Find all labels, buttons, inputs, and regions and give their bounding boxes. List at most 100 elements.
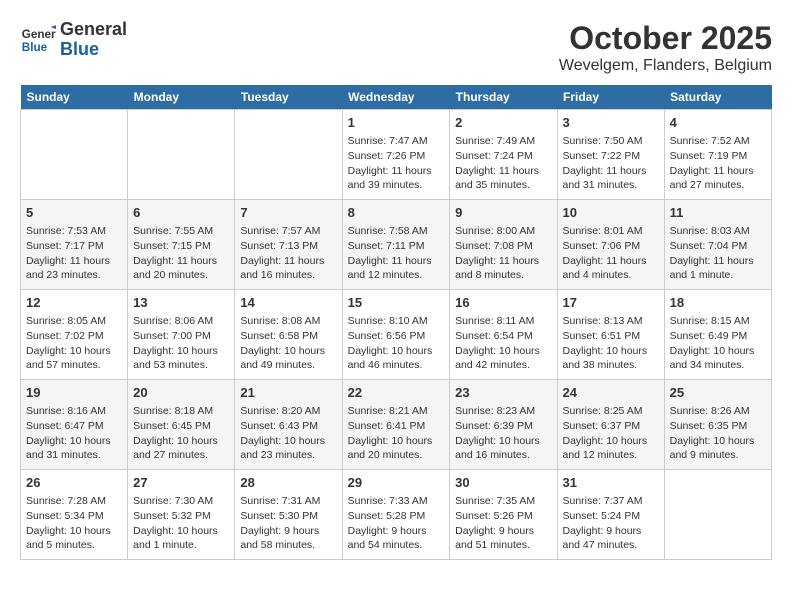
- calendar-cell: 11Sunrise: 8:03 AMSunset: 7:04 PMDayligh…: [664, 200, 771, 290]
- day-number: 22: [348, 384, 445, 402]
- day-info: Sunrise: 7:49 AM: [455, 134, 551, 149]
- week-row-1: 1Sunrise: 7:47 AMSunset: 7:26 PMDaylight…: [21, 110, 772, 200]
- day-info: Daylight: 11 hours and 39 minutes.: [348, 164, 445, 193]
- day-info: Sunrise: 8:26 AM: [670, 404, 766, 419]
- day-info: Daylight: 10 hours and 5 minutes.: [26, 524, 122, 553]
- day-info: Daylight: 10 hours and 20 minutes.: [348, 434, 445, 463]
- day-info: Daylight: 11 hours and 20 minutes.: [133, 254, 229, 283]
- calendar-cell: 24Sunrise: 8:25 AMSunset: 6:37 PMDayligh…: [557, 380, 664, 470]
- day-number: 15: [348, 294, 445, 312]
- calendar-cell: 31 Sunrise: 7:37 AMSunset: 5:24 PMDayligh…: [557, 470, 664, 560]
- week-row-5: 26Sunrise: 7:28 AMSunset: 5:34 PMDayligh…: [21, 470, 772, 560]
- calendar-cell: 21Sunrise: 8:20 AMSunset: 6:43 PMDayligh…: [235, 380, 342, 470]
- calendar-cell: 18Sunrise: 8:15 AMSunset: 6:49 PMDayligh…: [664, 290, 771, 380]
- day-info: Sunrise: 7:58 AM: [348, 224, 445, 239]
- day-info: Daylight: 11 hours and 27 minutes.: [670, 164, 766, 193]
- day-info: Daylight: 10 hours and 49 minutes.: [240, 344, 336, 373]
- day-info: Sunset: 6:43 PM: [240, 419, 336, 434]
- day-info: Sunrise: 7:31 AM: [240, 494, 336, 509]
- calendar-cell: 28Sunrise: 7:31 AMSunset: 5:30 PMDayligh…: [235, 470, 342, 560]
- calendar-cell: 4Sunrise: 7:52 AMSunset: 7:19 PMDaylight…: [664, 110, 771, 200]
- calendar-cell: 23Sunrise: 8:23 AMSunset: 6:39 PMDayligh…: [450, 380, 557, 470]
- day-info: Daylight: 10 hours and 23 minutes.: [240, 434, 336, 463]
- calendar-cell: 8Sunrise: 7:58 AMSunset: 7:11 PMDaylight…: [342, 200, 450, 290]
- calendar-cell: 27Sunrise: 7:30 AMSunset: 5:32 PMDayligh…: [128, 470, 235, 560]
- week-row-3: 12Sunrise: 8:05 AMSunset: 7:02 PMDayligh…: [21, 290, 772, 380]
- svg-text:Blue: Blue: [22, 41, 48, 54]
- day-info: Daylight: 10 hours and 53 minutes.: [133, 344, 229, 373]
- day-info: Sunset: 7:22 PM: [563, 149, 659, 164]
- day-info: Sunrise: 7:52 AM: [670, 134, 766, 149]
- day-number: 5: [26, 204, 122, 222]
- calendar-cell: [128, 110, 235, 200]
- day-number: 20: [133, 384, 229, 402]
- calendar-cell: 12Sunrise: 8:05 AMSunset: 7:02 PMDayligh…: [21, 290, 128, 380]
- day-info: Daylight: 10 hours and 57 minutes.: [26, 344, 122, 373]
- day-info: Sunset: 5:30 PM: [240, 509, 336, 524]
- day-info: Sunrise: 7:47 AM: [348, 134, 445, 149]
- day-info: Daylight: 11 hours and 1 minute.: [670, 254, 766, 283]
- day-info: Sunset: 7:13 PM: [240, 239, 336, 254]
- calendar-cell: 14Sunrise: 8:08 AMSunset: 6:58 PMDayligh…: [235, 290, 342, 380]
- day-info: Sunrise: 8:13 AM: [563, 314, 659, 329]
- day-number: 29: [348, 474, 445, 492]
- day-info: Daylight: 10 hours and 42 minutes.: [455, 344, 551, 373]
- day-info: Sunrise: 7:37 AM: [563, 494, 659, 509]
- day-info: Sunset: 6:39 PM: [455, 419, 551, 434]
- calendar-cell: 17Sunrise: 8:13 AMSunset: 6:51 PMDayligh…: [557, 290, 664, 380]
- logo: General Blue GeneralBlue: [20, 20, 127, 60]
- day-info: Daylight: 10 hours and 38 minutes.: [563, 344, 659, 373]
- calendar-cell: [21, 110, 128, 200]
- day-header-sunday: Sunday: [21, 85, 128, 110]
- day-info: Daylight: 10 hours and 12 minutes.: [563, 434, 659, 463]
- day-info: Sunset: 7:26 PM: [348, 149, 445, 164]
- day-info: Sunrise: 8:08 AM: [240, 314, 336, 329]
- day-number: 14: [240, 294, 336, 312]
- day-info: Sunset: 7:15 PM: [133, 239, 229, 254]
- calendar-cell: [235, 110, 342, 200]
- day-info: Sunrise: 8:18 AM: [133, 404, 229, 419]
- day-info: Sunrise: 7:53 AM: [26, 224, 122, 239]
- calendar-cell: 1Sunrise: 7:47 AMSunset: 7:26 PMDaylight…: [342, 110, 450, 200]
- day-info: Daylight: 9 hours and 54 minutes.: [348, 524, 445, 553]
- day-info: Daylight: 11 hours and 16 minutes.: [240, 254, 336, 283]
- day-number: 24: [563, 384, 659, 402]
- day-header-wednesday: Wednesday: [342, 85, 450, 110]
- day-info: Daylight: 9 hours and 47 minutes.: [563, 524, 659, 553]
- day-info: Sunrise: 8:16 AM: [26, 404, 122, 419]
- day-info: Sunset: 7:04 PM: [670, 239, 766, 254]
- day-info: Sunset: 6:37 PM: [563, 419, 659, 434]
- day-info: Daylight: 11 hours and 8 minutes.: [455, 254, 551, 283]
- day-info: Daylight: 11 hours and 23 minutes.: [26, 254, 122, 283]
- calendar-cell: 9Sunrise: 8:00 AMSunset: 7:08 PMDaylight…: [450, 200, 557, 290]
- day-info: Sunset: 5:28 PM: [348, 509, 445, 524]
- day-info: Sunset: 5:24 PM: [563, 509, 659, 524]
- day-info: Sunset: 7:19 PM: [670, 149, 766, 164]
- day-info: Sunrise: 7:57 AM: [240, 224, 336, 239]
- day-number: 23: [455, 384, 551, 402]
- day-info: Sunrise: 7:55 AM: [133, 224, 229, 239]
- calendar-cell: 7Sunrise: 7:57 AMSunset: 7:13 PMDaylight…: [235, 200, 342, 290]
- day-number: 30: [455, 474, 551, 492]
- calendar-cell: 3Sunrise: 7:50 AMSunset: 7:22 PMDaylight…: [557, 110, 664, 200]
- calendar-table: SundayMondayTuesdayWednesdayThursdayFrid…: [20, 85, 772, 560]
- calendar-cell: 22Sunrise: 8:21 AMSunset: 6:41 PMDayligh…: [342, 380, 450, 470]
- day-info: Sunrise: 8:15 AM: [670, 314, 766, 329]
- day-number: 28: [240, 474, 336, 492]
- day-info: Sunrise: 8:01 AM: [563, 224, 659, 239]
- day-number: 26: [26, 474, 122, 492]
- day-info: Sunrise: 8:11 AM: [455, 314, 551, 329]
- calendar-cell: 2Sunrise: 7:49 AMSunset: 7:24 PMDaylight…: [450, 110, 557, 200]
- day-number: 17: [563, 294, 659, 312]
- day-info: Daylight: 11 hours and 12 minutes.: [348, 254, 445, 283]
- calendar-cell: 26Sunrise: 7:28 AMSunset: 5:34 PMDayligh…: [21, 470, 128, 560]
- day-number: 31: [563, 474, 659, 492]
- day-number: 3: [563, 114, 659, 132]
- calendar-cell: 25Sunrise: 8:26 AMSunset: 6:35 PMDayligh…: [664, 380, 771, 470]
- day-info: Sunrise: 7:50 AM: [563, 134, 659, 149]
- day-header-monday: Monday: [128, 85, 235, 110]
- day-info: Sunset: 6:35 PM: [670, 419, 766, 434]
- day-info: Sunrise: 8:05 AM: [26, 314, 122, 329]
- day-info: Sunset: 6:49 PM: [670, 329, 766, 344]
- day-number: 25: [670, 384, 766, 402]
